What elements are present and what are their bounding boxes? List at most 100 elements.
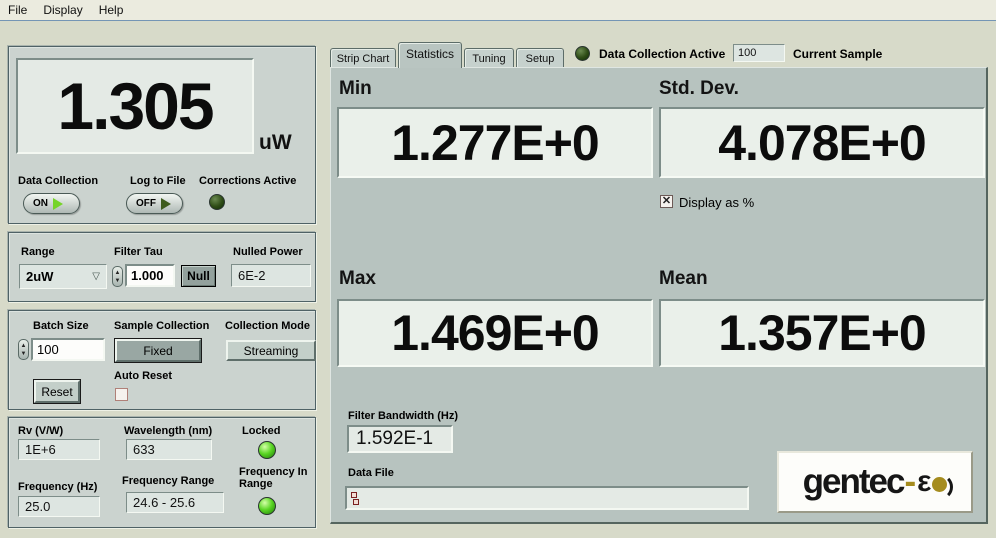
batch-size-stepper[interactable]: ▲ ▼: [18, 339, 29, 360]
filter-bandwidth-label: Filter Bandwidth (Hz): [348, 410, 458, 422]
locked-led: [258, 441, 276, 459]
null-button[interactable]: Null: [181, 265, 216, 287]
rv-label: Rv (V/W): [18, 425, 63, 437]
stepper-up-icon: ▲: [115, 269, 121, 277]
filter-tau-input[interactable]: [125, 264, 175, 287]
min-display: 1.277E+0: [337, 107, 653, 178]
filter-tau-stepper[interactable]: ▲ ▼: [112, 266, 123, 287]
frequency-value: 25.0: [18, 496, 100, 517]
mean-label: Mean: [659, 268, 708, 290]
menu-file[interactable]: File: [0, 1, 35, 19]
auto-reset-checkbox[interactable]: [115, 388, 128, 401]
tab-strip-chart[interactable]: Strip Chart: [330, 48, 396, 68]
gentec-logo: gentec - ε: [777, 451, 973, 513]
auto-reset-label: Auto Reset: [114, 370, 172, 382]
corrections-active-label: Corrections Active: [199, 175, 296, 187]
gentec-logo-hyphen: -: [904, 462, 916, 502]
batch-size-label: Batch Size: [33, 320, 89, 332]
gentec-logo-text: gentec: [803, 462, 904, 502]
app-window: File Display Help 1.305 uW Data Collecti…: [0, 0, 996, 538]
batch-panel: Batch Size ▲ ▼ Sample Collection Fixed C…: [8, 310, 316, 410]
log-to-file-label: Log to File: [130, 175, 186, 187]
tab-strip-chart-label: Strip Chart: [337, 53, 390, 65]
display-as-pct-label: Display as %: [679, 195, 754, 210]
data-collection-toggle-state: ON: [33, 198, 48, 209]
range-panel: Range 2uW ▽ Filter Tau ▲ ▼ Null Nulled P…: [8, 232, 316, 302]
sample-collection-value: Fixed: [143, 344, 172, 358]
reset-button-label: Reset: [41, 385, 72, 399]
rv-value: 1E+6: [18, 439, 100, 460]
stepper-up-icon: ▲: [21, 342, 27, 350]
mean-display: 1.357E+0: [659, 299, 985, 367]
current-sample-label: Current Sample: [793, 47, 882, 61]
data-file-label: Data File: [348, 467, 394, 479]
frequency-range-value: 24.6 - 25.6: [126, 492, 224, 513]
tab-setup[interactable]: Setup: [516, 48, 564, 68]
max-display: 1.469E+0: [337, 299, 653, 367]
filter-tau-label: Filter Tau: [114, 246, 163, 258]
range-dropdown-value: 2uW: [20, 269, 92, 284]
frequency-in-range-label: Frequency In Range: [239, 466, 311, 490]
locked-label: Locked: [242, 425, 281, 437]
sample-collection-label: Sample Collection: [114, 320, 209, 332]
menu-display[interactable]: Display: [35, 1, 90, 19]
tab-control: Strip Chart Statistics Tuning Setup Data…: [330, 44, 988, 524]
collection-mode-button[interactable]: Streaming: [226, 340, 316, 361]
max-value: 1.469E+0: [391, 304, 598, 362]
power-display-panel: 1.305 uW Data Collection ON Log to File …: [8, 46, 316, 224]
min-value: 1.277E+0: [391, 114, 598, 172]
tab-tuning[interactable]: Tuning: [464, 48, 514, 68]
null-button-label: Null: [187, 269, 210, 283]
frequency-in-range-led: [258, 497, 276, 515]
detector-info-panel: Rv (V/W) 1E+6 Wavelength (nm) 633 Locked…: [8, 417, 316, 528]
menu-bar: File Display Help: [0, 0, 996, 21]
tab-tuning-label: Tuning: [472, 53, 505, 65]
wavelength-value: 633: [126, 439, 212, 460]
menu-help[interactable]: Help: [91, 1, 132, 19]
toggle-on-arrow-icon: [53, 198, 63, 210]
tab-setup-label: Setup: [526, 53, 555, 65]
stepper-down-icon: ▼: [115, 277, 121, 285]
path-glyph-icon: [351, 492, 361, 505]
data-file-path-field[interactable]: [345, 486, 749, 510]
chevron-down-icon: ▽: [92, 271, 106, 282]
stepper-down-icon: ▼: [21, 350, 27, 358]
data-collection-active-label: Data Collection Active: [599, 47, 725, 61]
range-label: Range: [21, 246, 55, 258]
min-label: Min: [339, 78, 372, 100]
log-to-file-toggle[interactable]: OFF: [126, 193, 183, 214]
tab-statistics-label: Statistics: [406, 47, 454, 61]
std-dev-display: 4.078E+0: [659, 107, 985, 178]
sample-collection-button[interactable]: Fixed: [115, 339, 201, 362]
power-unit: uW: [259, 131, 292, 155]
filter-bandwidth-value: 1.592E-1: [347, 425, 453, 453]
std-dev-label: Std. Dev.: [659, 78, 739, 100]
data-collection-active-led: [575, 46, 590, 61]
range-dropdown[interactable]: 2uW ▽: [19, 264, 107, 289]
batch-size-input[interactable]: [31, 338, 105, 361]
max-label: Max: [339, 268, 376, 290]
data-collection-label: Data Collection: [18, 175, 98, 187]
toggle-off-arrow-icon: [161, 198, 171, 210]
display-as-pct-checkbox[interactable]: ✕: [660, 195, 673, 208]
power-readout: 1.305: [16, 58, 254, 154]
reset-button[interactable]: Reset: [34, 380, 80, 403]
statistics-page: Min 1.277E+0 Std. Dev. 4.078E+0 ✕ Displa…: [330, 67, 988, 524]
collection-mode-label: Collection Mode: [225, 320, 310, 332]
tab-statistics[interactable]: Statistics: [398, 42, 462, 68]
log-to-file-toggle-state: OFF: [136, 198, 156, 209]
nulled-power-label: Nulled Power: [233, 246, 303, 258]
gentec-logo-dot-icon: [932, 477, 947, 492]
mean-value: 1.357E+0: [718, 304, 925, 362]
frequency-range-label: Frequency Range: [122, 475, 214, 487]
std-dev-value: 4.078E+0: [718, 114, 925, 172]
current-sample-value: 100: [733, 44, 785, 62]
data-collection-toggle[interactable]: ON: [23, 193, 80, 214]
wavelength-label: Wavelength (nm): [124, 425, 212, 437]
checkbox-x-icon: ✕: [662, 196, 671, 207]
nulled-power-value: 6E-2: [231, 264, 311, 287]
corrections-active-led: [209, 194, 225, 210]
collection-mode-value: Streaming: [244, 344, 299, 358]
power-value: 1.305: [57, 68, 212, 144]
frequency-label: Frequency (Hz): [18, 481, 97, 493]
